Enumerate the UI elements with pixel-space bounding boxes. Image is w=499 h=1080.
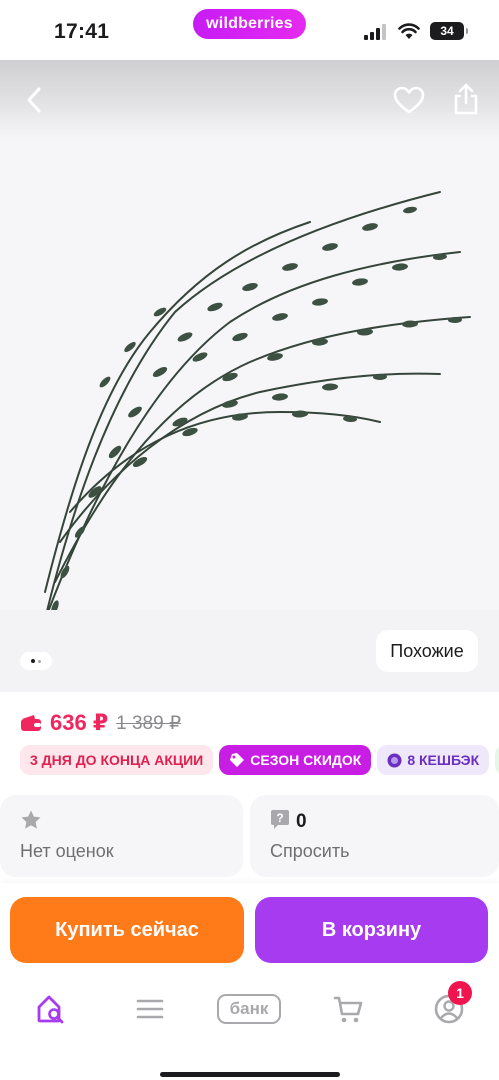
tab-home[interactable] [27,985,75,1033]
profile-notification-badge: 1 [448,981,472,1005]
coin-icon [387,753,402,767]
cashback-badge[interactable]: 8 КЕШБЭК [377,745,490,775]
battery-icon: 34 [430,22,468,40]
wildberries-pill[interactable]: wildberries [193,9,306,39]
promo-days-badge[interactable]: 3 ДНЯ ДО КОНЦА АКЦИИ [20,745,214,775]
gallery-pagination [20,652,52,670]
wifi-icon [398,23,420,39]
info-cards: Нет оценок ? 0 Спросить [0,795,499,877]
home-indicator [160,1072,340,1077]
cashback-label: 8 КЕШБЭК [407,752,480,768]
share-button[interactable] [448,80,484,118]
svg-text:?: ? [276,811,283,825]
promo-badges: 3 ДНЯ ДО КОНЦА АКЦИИ СЕЗОН СКИДОК 8 КЕШБ… [20,745,499,775]
home-search-icon [37,995,64,1024]
season-sale-label: СЕЗОН СКИДОК [250,752,362,768]
questions-label: Спросить [270,841,350,861]
buy-now-button[interactable]: Купить сейчас [10,897,244,963]
rating-label: Нет оценок [20,841,114,861]
promo-days-label: 3 ДНЯ ДО КОНЦА АКЦИИ [30,752,204,768]
cart-icon [333,996,363,1023]
share-icon [454,83,478,115]
action-bar: Купить сейчас В корзину [0,883,499,979]
tag-icon [230,753,245,767]
add-to-cart-button[interactable]: В корзину [255,897,488,963]
product-gallery[interactable]: Похожие [0,60,499,692]
extra-badge[interactable] [495,745,499,775]
back-button[interactable] [16,82,52,118]
favorite-button[interactable] [390,82,428,118]
tab-catalog[interactable] [126,985,174,1033]
heart-icon [393,86,425,114]
cellular-signal-icon [364,24,386,40]
product-photo[interactable] [0,112,499,610]
back-arrow-icon [27,87,41,113]
bottom-tab-bar: банк 1 [0,979,499,1080]
season-sale-badge[interactable]: СЕЗОН СКИДОК [219,745,372,775]
star-icon [21,810,41,829]
wallet-icon [20,712,42,734]
status-time: 17:41 [54,20,110,43]
questions-count: 0 [296,811,307,832]
menu-icon [136,999,164,1019]
current-price: 636 ₽ [50,710,109,735]
status-bar: 17:41 wildberries 34 [0,0,499,60]
rating-card[interactable]: Нет оценок [0,795,243,877]
similar-products-button[interactable]: Похожие [376,630,478,672]
tab-bank[interactable]: банк [214,985,284,1033]
questions-card[interactable]: ? 0 Спросить [250,795,499,877]
question-bubble-icon: ? [271,810,289,829]
bank-label: банк [217,994,281,1024]
old-price: 1 389 ₽ [116,712,182,734]
tab-cart[interactable] [324,985,372,1033]
pagination-dot-active [31,659,35,663]
price-row: 636 ₽ 1 389 ₽ [20,708,181,738]
pagination-dot [38,659,41,663]
